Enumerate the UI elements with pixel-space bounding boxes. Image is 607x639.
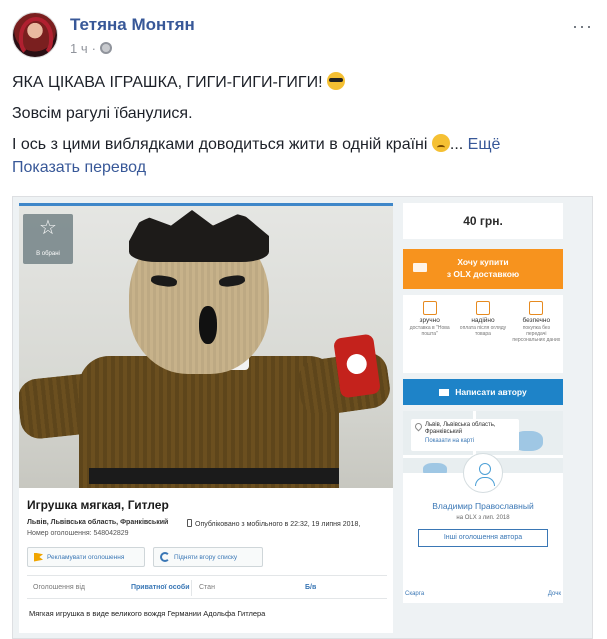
sad-emoji <box>431 134 450 152</box>
truck-icon <box>413 263 427 272</box>
more-options-button[interactable]: ··· <box>572 16 593 37</box>
feature-item: зручно доставка в "Нова пошта" <box>406 301 454 373</box>
doll-mouth <box>199 306 217 344</box>
raise-ad-button: Підняти вгору списку <box>153 547 263 567</box>
seller-since: на OLX з лип. 2018 <box>456 515 510 521</box>
message-author-button: Написати автору <box>403 379 563 405</box>
post-meta: 1 ч · <box>70 41 195 56</box>
post-line-2: Зовсім рагулі їбанулися. <box>12 105 193 122</box>
promote-ad-button: Рекламувати оголошення <box>27 547 145 567</box>
promote-label: Рекламувати оголошення <box>47 553 125 561</box>
delivery-features: зручно доставка в "Нова пошта" надійно о… <box>403 295 563 373</box>
seller-name: Владимир Православный <box>432 501 534 511</box>
listing-main: ☆ В обрані Игрушка мягкая, Гитлер Львів,… <box>19 203 393 633</box>
feature-desc: покупка без передачі персональних даних <box>512 325 561 343</box>
buy-line-1: Хочу купити <box>457 257 509 267</box>
avatar-veil <box>19 17 53 57</box>
phone-icon <box>187 519 192 527</box>
listing-location: Львів, Львівська область, Франківський <box>27 519 169 526</box>
listing-photo: ☆ В обрані <box>19 203 393 488</box>
box-check-icon <box>475 301 490 315</box>
sunglasses-emoji <box>327 72 345 90</box>
post-header: Тетяна Монтян 1 ч · <box>12 12 195 58</box>
buy-line-2: з OLX доставкою <box>446 269 520 279</box>
see-more-link[interactable]: Ещё <box>468 136 501 153</box>
listing-description: Мягкая игрушка в виде великого вождя Гер… <box>29 609 266 618</box>
listing-published-text: Опубліковано з мобільного в 22:32, 19 ли… <box>195 521 361 528</box>
avatar[interactable] <box>12 12 58 58</box>
mail-icon <box>439 388 450 396</box>
shared-listing-image[interactable]: ☆ В обрані Игрушка мягкая, Гитлер Львів,… <box>12 196 593 639</box>
feature-desc: доставка в "Нова пошта" <box>409 325 450 337</box>
param-value: Б/в <box>305 583 317 591</box>
post-text: ЯКА ЦІКАВА ІГРАШКА, ГИГИ-ГИГИ-ГИГИ! Зовс… <box>12 72 597 178</box>
post-line-1: ЯКА ЦІКАВА ІГРАШКА, ГИГИ-ГИГИ-ГИГИ! <box>12 72 597 93</box>
raise-label: Підняти вгору списку <box>174 553 238 561</box>
dot-separator: · <box>91 40 96 56</box>
pin-icon <box>413 421 424 432</box>
feature-item: безпечно покупка без передачі персональн… <box>512 301 560 373</box>
listing-params: Оголошення від Приватної особи Стан Б/в <box>27 575 387 599</box>
post-time[interactable]: 1 ч <box>70 41 88 56</box>
listing-published: Опубліковано з мобільного в 22:32, 19 ли… <box>187 519 360 528</box>
listing-sidebar: 40 грн. Хочу купити з OLX доставкою зруч… <box>403 203 563 633</box>
seller-card: Владимир Православный на OLX з лип. 2018… <box>403 453 563 603</box>
ellipsis: ... <box>449 136 464 153</box>
refresh-icon <box>160 552 170 562</box>
post-line-1-text: ЯКА ЦІКАВА ІГРАШКА, ГИГИ-ГИГИ-ГИГИ! <box>12 74 323 91</box>
box-icon <box>422 301 437 315</box>
feature-title: надійно <box>471 317 495 324</box>
favorite-button: ☆ В обрані <box>23 214 73 264</box>
flag-icon <box>34 552 43 562</box>
favorite-label: В обрані <box>36 251 60 257</box>
seller-footer: Скарга Дочк <box>403 591 563 597</box>
seller-avatar-icon <box>463 453 503 493</box>
post-line-3: І ось з цими виблядками доводиться жити … <box>12 134 597 155</box>
author-name[interactable]: Тетяна Монтян <box>70 15 195 35</box>
map-address-card: Львів, Львівська область, Франківський П… <box>411 419 519 451</box>
globe-icon[interactable] <box>99 42 112 54</box>
param-value: Приватної особи <box>131 583 190 591</box>
map-address: Львів, Львівська область, Франківський <box>425 422 496 435</box>
feature-desc: оплата після огляду товара <box>459 325 507 337</box>
param-key: Стан <box>199 583 215 591</box>
param-key: Оголошення від <box>33 583 85 591</box>
show-on-map-link: Показати на карті <box>425 438 475 444</box>
feature-title: безпечно <box>522 317 551 324</box>
star-icon: ☆ <box>39 217 57 239</box>
feature-item: надійно оплата після огляду товара <box>459 301 507 373</box>
feature-title: зручно <box>419 317 440 324</box>
buy-with-delivery-button: Хочу купити з OLX доставкою <box>403 249 563 289</box>
card-icon <box>529 301 544 315</box>
post-line-3-text: І ось з цими виблядками доводиться жити … <box>12 136 428 153</box>
doll-armband <box>333 333 381 399</box>
other-ads-button: Інші оголошення автора <box>418 529 548 547</box>
show-translation-link[interactable]: Показать перевод <box>12 157 597 178</box>
author-block: Тетяна Монтян 1 ч · <box>70 15 195 56</box>
listing-number: Номер оголошення: 548042829 <box>27 530 129 537</box>
report-link: Скарга <box>405 591 425 597</box>
doll-belt <box>89 468 339 484</box>
param-divider <box>191 580 192 596</box>
help-link: Дочк <box>547 591 561 597</box>
message-label: Написати автору <box>455 387 527 397</box>
price: 40 грн. <box>403 203 563 239</box>
listing-title: Игрушка мягкая, Гитлер <box>27 498 169 512</box>
